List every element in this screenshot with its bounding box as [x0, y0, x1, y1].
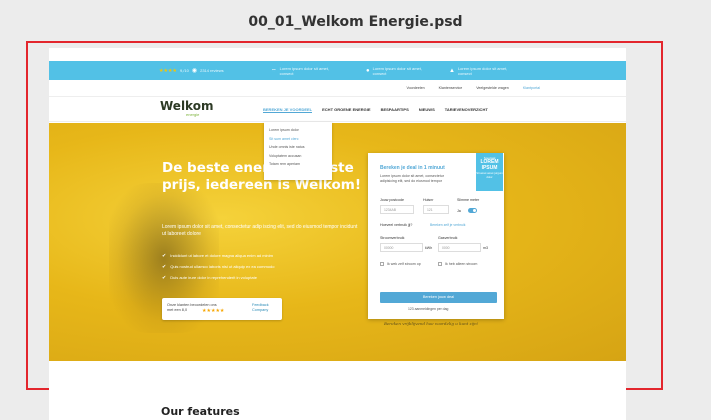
form-subtitle: Lorem ipsum dolor sit amet, consectetur … — [380, 174, 444, 183]
hero-text: Lorem ipsum dolor sit amet, consectetur … — [162, 224, 358, 237]
file-title: 00_01_Welkom Energie.psd — [248, 14, 463, 30]
nav-bereken[interactable]: BEREKEN JE VOORDEEL — [263, 107, 313, 113]
nav-groene-energie[interactable]: ECHT GROENE ENERGIE — [322, 107, 370, 113]
power-input[interactable]: 00000 — [380, 243, 423, 252]
badge-stars-icon: ★★★★★ — [202, 308, 225, 314]
usp-text: Lorem ipsum dolor sit amet, consect — [279, 65, 329, 76]
dropdown-item[interactable]: Unde omnis iste natus — [269, 143, 327, 152]
check-icon: ✔ — [162, 252, 167, 259]
postcode-label: Jouw postcode — [380, 198, 404, 202]
check-text: Incididunt ut labore et dolore magna ali… — [170, 253, 273, 258]
rating-block: ★★★★ 9,/10 ◉ 2314 reviews — [159, 61, 224, 80]
rating-value: 9,/10 — [179, 68, 189, 73]
nav-bespaartips[interactable]: BESPAARTIPS — [381, 107, 409, 113]
smart-meter-toggle[interactable] — [468, 208, 477, 213]
subnav-item-voordeelen[interactable]: Voordeelen — [406, 86, 424, 94]
postcode-input[interactable]: 1234AB — [380, 205, 414, 214]
check-item: ✔ Quis nostrud ullamco laboris nisi ut al… — [162, 261, 274, 272]
signup-note: 123 aanmeldingen per dag — [408, 307, 449, 311]
check-item: ✔ Incididunt ut labore et dolore magna al… — [162, 250, 274, 261]
check-text: Quis nostrud ullamco laboris nisi ut ali… — [170, 264, 275, 269]
subnav-item-faq[interactable]: Veelgestelde vragen — [476, 86, 509, 94]
usp-text: Lorem ipsum dolor sit amet, consect — [457, 65, 508, 76]
user-icon: ▲ — [449, 67, 455, 74]
dropdown-item[interactable]: Totam rem aperiam — [269, 160, 327, 169]
check-text: Duis aute irure dolor in reprehenderit i… — [170, 275, 257, 280]
hero-section — [49, 123, 626, 361]
usp-text: Lorem ipsum dolor sit amet, consect — [372, 65, 422, 76]
signal-icon: ⌔ — [271, 68, 277, 75]
calculate-button[interactable]: Bereken jouw deal — [380, 292, 497, 303]
nav-tarieven[interactable]: TARIEVENOVERZICHT — [445, 107, 488, 113]
handwritten-note: Bereken vrijblijvend hoe voordelig u kun… — [384, 321, 479, 326]
check-icon: ✔ — [162, 263, 167, 270]
power-only-checkbox[interactable]: Ik heb alleen stroom — [438, 262, 477, 266]
estimate-link[interactable]: Bereken zelf je verbruik — [430, 223, 465, 227]
calculator-form: Speciaal LOREM IPSUM Sit amet amet jurgu… — [368, 153, 504, 319]
form-title: Bereken je deal in 1 minuut — [380, 165, 445, 171]
nav-nieuws[interactable]: NIEUWS — [419, 107, 435, 113]
power-label: Stroomverbruik — [380, 236, 405, 240]
check-icon: ✔ — [162, 274, 167, 281]
gas-label: Gasverbruik — [438, 236, 458, 240]
check-item: ✔ Duis aute irure dolor in reprehenderit … — [162, 272, 274, 283]
eye-icon: ◉ — [191, 68, 198, 74]
meter-value: Ja — [457, 209, 461, 213]
checkbox-label: Ik heb alleen stroom — [445, 262, 478, 266]
klantportal-link[interactable]: Klantportal — [523, 86, 540, 94]
gas-unit: m3 — [483, 246, 488, 250]
gas-input[interactable]: 0000 — [438, 243, 481, 252]
dropdown-item[interactable]: Lorem ipsum dolor — [269, 126, 327, 135]
meter-label: Slimme meter — [457, 198, 480, 202]
review-badge[interactable]: Onze klanten beoordelen ons met een 8,0 … — [162, 298, 282, 320]
promo-ribbon: Speciaal LOREM IPSUM Sit amet amet jurgu… — [476, 153, 503, 191]
usp-item-1: ⌔ Lorem ipsum dolor sit amet, consect — [271, 61, 331, 80]
ribbon-main: LOREM IPSUM — [480, 159, 499, 171]
power-unit: kWh — [425, 246, 433, 250]
rating-stars-icon: ★★★★ — [159, 67, 177, 74]
nav-links: BEREKEN JE VOORDEEL ECHT GROENE ENERGIE … — [263, 107, 488, 113]
usp-item-2: ● Lorem ipsum dolor sit amet, consect — [366, 61, 426, 80]
subnav-item-klantenservice[interactable]: Klantenservice — [439, 86, 463, 94]
hero-title: De beste energi dé beste prijs, iedereen… — [162, 160, 361, 193]
usp-item-3: ▲ Lorem ipsum dolor sit amet, consect — [449, 61, 511, 80]
dropdown-item[interactable]: Voluptatem accusan — [269, 152, 327, 161]
main-nav: Welkom energie BEREKEN JE VOORDEEL ECHT … — [49, 96, 626, 122]
coin-icon: ● — [366, 67, 370, 74]
design-canvas: ★★★★ 9,/10 ◉ 2314 reviews ⌔ Lorem ipsum … — [49, 48, 626, 420]
house-label: Huisnr — [423, 198, 434, 202]
top-info-bar: ★★★★ 9,/10 ◉ 2314 reviews ⌔ Lorem ipsum … — [49, 61, 626, 80]
nav-dropdown: Lorem ipsum dolor Sit sum amet clerc Und… — [264, 122, 332, 180]
checkbox-label: Ik wek zelf stroom op — [387, 262, 421, 266]
feedback-company-logo: Feedback Company — [252, 303, 269, 312]
checkbox-box[interactable] — [438, 262, 442, 266]
house-number-input[interactable]: 121 — [423, 205, 449, 214]
estimate-label: Hoeveel verbruik jij? — [380, 223, 413, 227]
checkbox-box[interactable] — [380, 262, 384, 266]
logo[interactable]: Welkom — [160, 100, 213, 112]
hero-checklist: ✔ Incididunt ut labore et dolore magna al… — [162, 250, 274, 283]
features-heading: Our features — [161, 405, 240, 418]
ribbon-bottom: Sit amet amet jurgum dolor — [476, 171, 503, 179]
self-generate-checkbox[interactable]: Ik wek zelf stroom op — [380, 262, 421, 266]
reviews-count: 2314 reviews — [200, 68, 224, 73]
dropdown-item[interactable]: Sit sum amet clerc — [269, 135, 327, 144]
logo-sub: energie — [186, 112, 200, 117]
secondary-nav: Voordeelen Klantenservice Veelgestelde v… — [406, 86, 626, 94]
